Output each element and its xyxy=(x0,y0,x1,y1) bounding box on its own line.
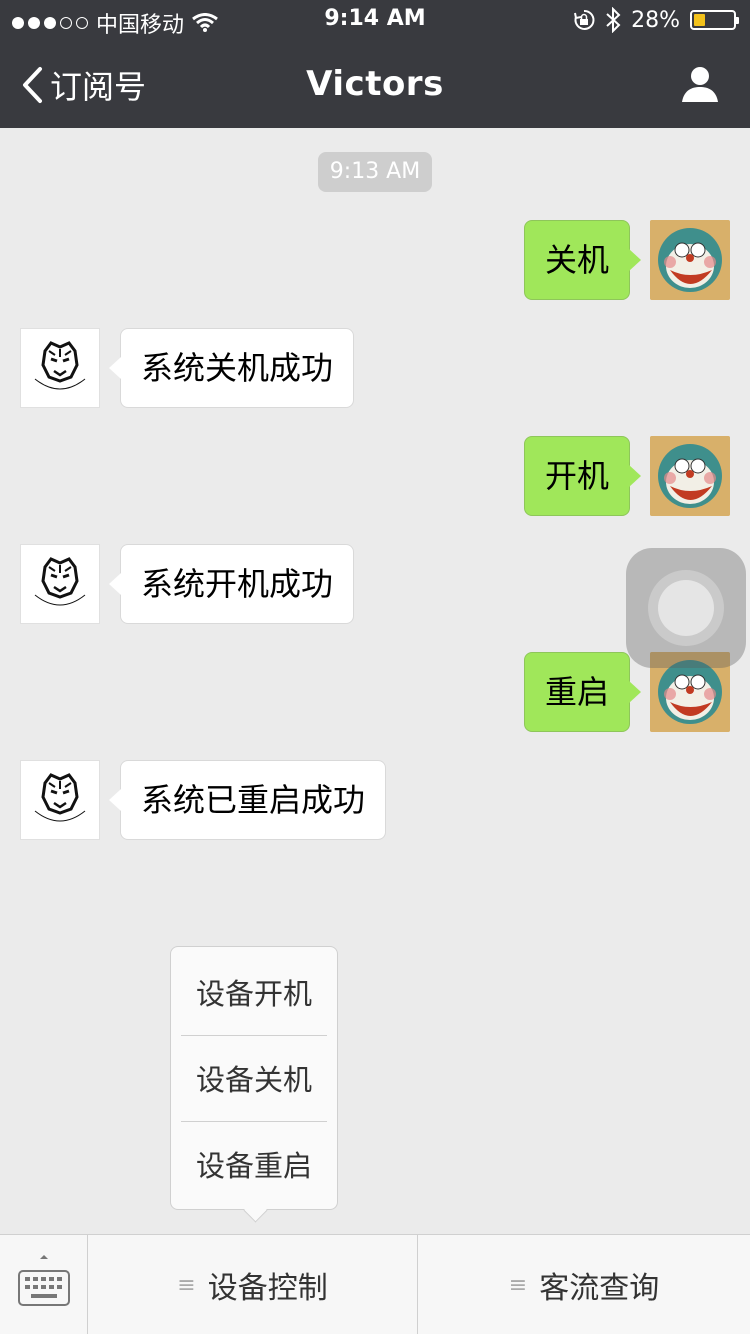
assistive-touch-button[interactable] xyxy=(626,548,746,668)
status-bar: 中国移动 9:14 AM 28% xyxy=(0,0,750,40)
nav-bar: 订阅号 Victors xyxy=(0,40,750,128)
message-bubble-outgoing[interactable]: 重启 xyxy=(523,652,642,732)
rotation-lock-icon xyxy=(574,9,595,30)
page-title: Victors xyxy=(306,64,444,104)
bot-avatar[interactable] xyxy=(20,760,100,840)
message-bubble-incoming[interactable]: 系统开机成功 xyxy=(108,544,355,624)
keyboard-icon xyxy=(18,1255,70,1306)
battery-icon xyxy=(690,10,739,30)
menu-lines-icon: ≡ xyxy=(177,1272,196,1298)
menu-button-label: 客流查询 xyxy=(539,1271,660,1306)
bluetooth-icon xyxy=(606,7,621,33)
message-bubble-outgoing[interactable]: 关机 xyxy=(523,220,642,300)
tiger-logo-icon xyxy=(34,341,86,390)
cartoon-avatar-icon xyxy=(650,436,730,516)
top-bar: 中国移动 9:14 AM 28% 订阅号 Victors xyxy=(0,0,750,128)
menu-divider xyxy=(181,1035,327,1036)
tiger-logo-icon xyxy=(34,557,86,606)
menu-item-device-off[interactable]: 设备关机 xyxy=(181,1037,327,1123)
menu-button-label: 设备控制 xyxy=(207,1271,328,1306)
cartoon-avatar-icon xyxy=(650,220,730,300)
menu-button-device-control[interactable]: ≡ 设备控制 xyxy=(88,1235,418,1334)
person-icon[interactable] xyxy=(680,64,720,104)
tiger-logo-icon xyxy=(34,773,86,822)
chat-timestamp: 9:13 AM xyxy=(318,152,432,192)
bot-avatar[interactable] xyxy=(20,544,100,624)
bottom-menu-bar: ≡ 设备控制 ≡ 客流查询 xyxy=(0,1234,750,1334)
message-bubble-outgoing[interactable]: 开机 xyxy=(523,436,642,516)
menu-divider xyxy=(181,1121,327,1122)
message-bubble-incoming[interactable]: 系统关机成功 xyxy=(108,328,355,408)
user-avatar[interactable] xyxy=(650,436,730,516)
menu-item-device-on[interactable]: 设备开机 xyxy=(181,951,327,1037)
menu-button-traffic-query[interactable]: ≡ 客流查询 xyxy=(418,1235,750,1334)
battery-percent: 28% xyxy=(631,7,680,33)
device-control-popup-menu: 设备开机 设备关机 设备重启 xyxy=(170,946,338,1210)
keyboard-toggle-button[interactable] xyxy=(0,1235,88,1334)
menu-lines-icon: ≡ xyxy=(508,1272,528,1298)
user-avatar[interactable] xyxy=(650,220,730,300)
menu-item-device-restart[interactable]: 设备重启 xyxy=(181,1123,327,1209)
message-bubble-incoming[interactable]: 系统已重启成功 xyxy=(108,760,387,840)
bot-avatar[interactable] xyxy=(20,328,100,408)
